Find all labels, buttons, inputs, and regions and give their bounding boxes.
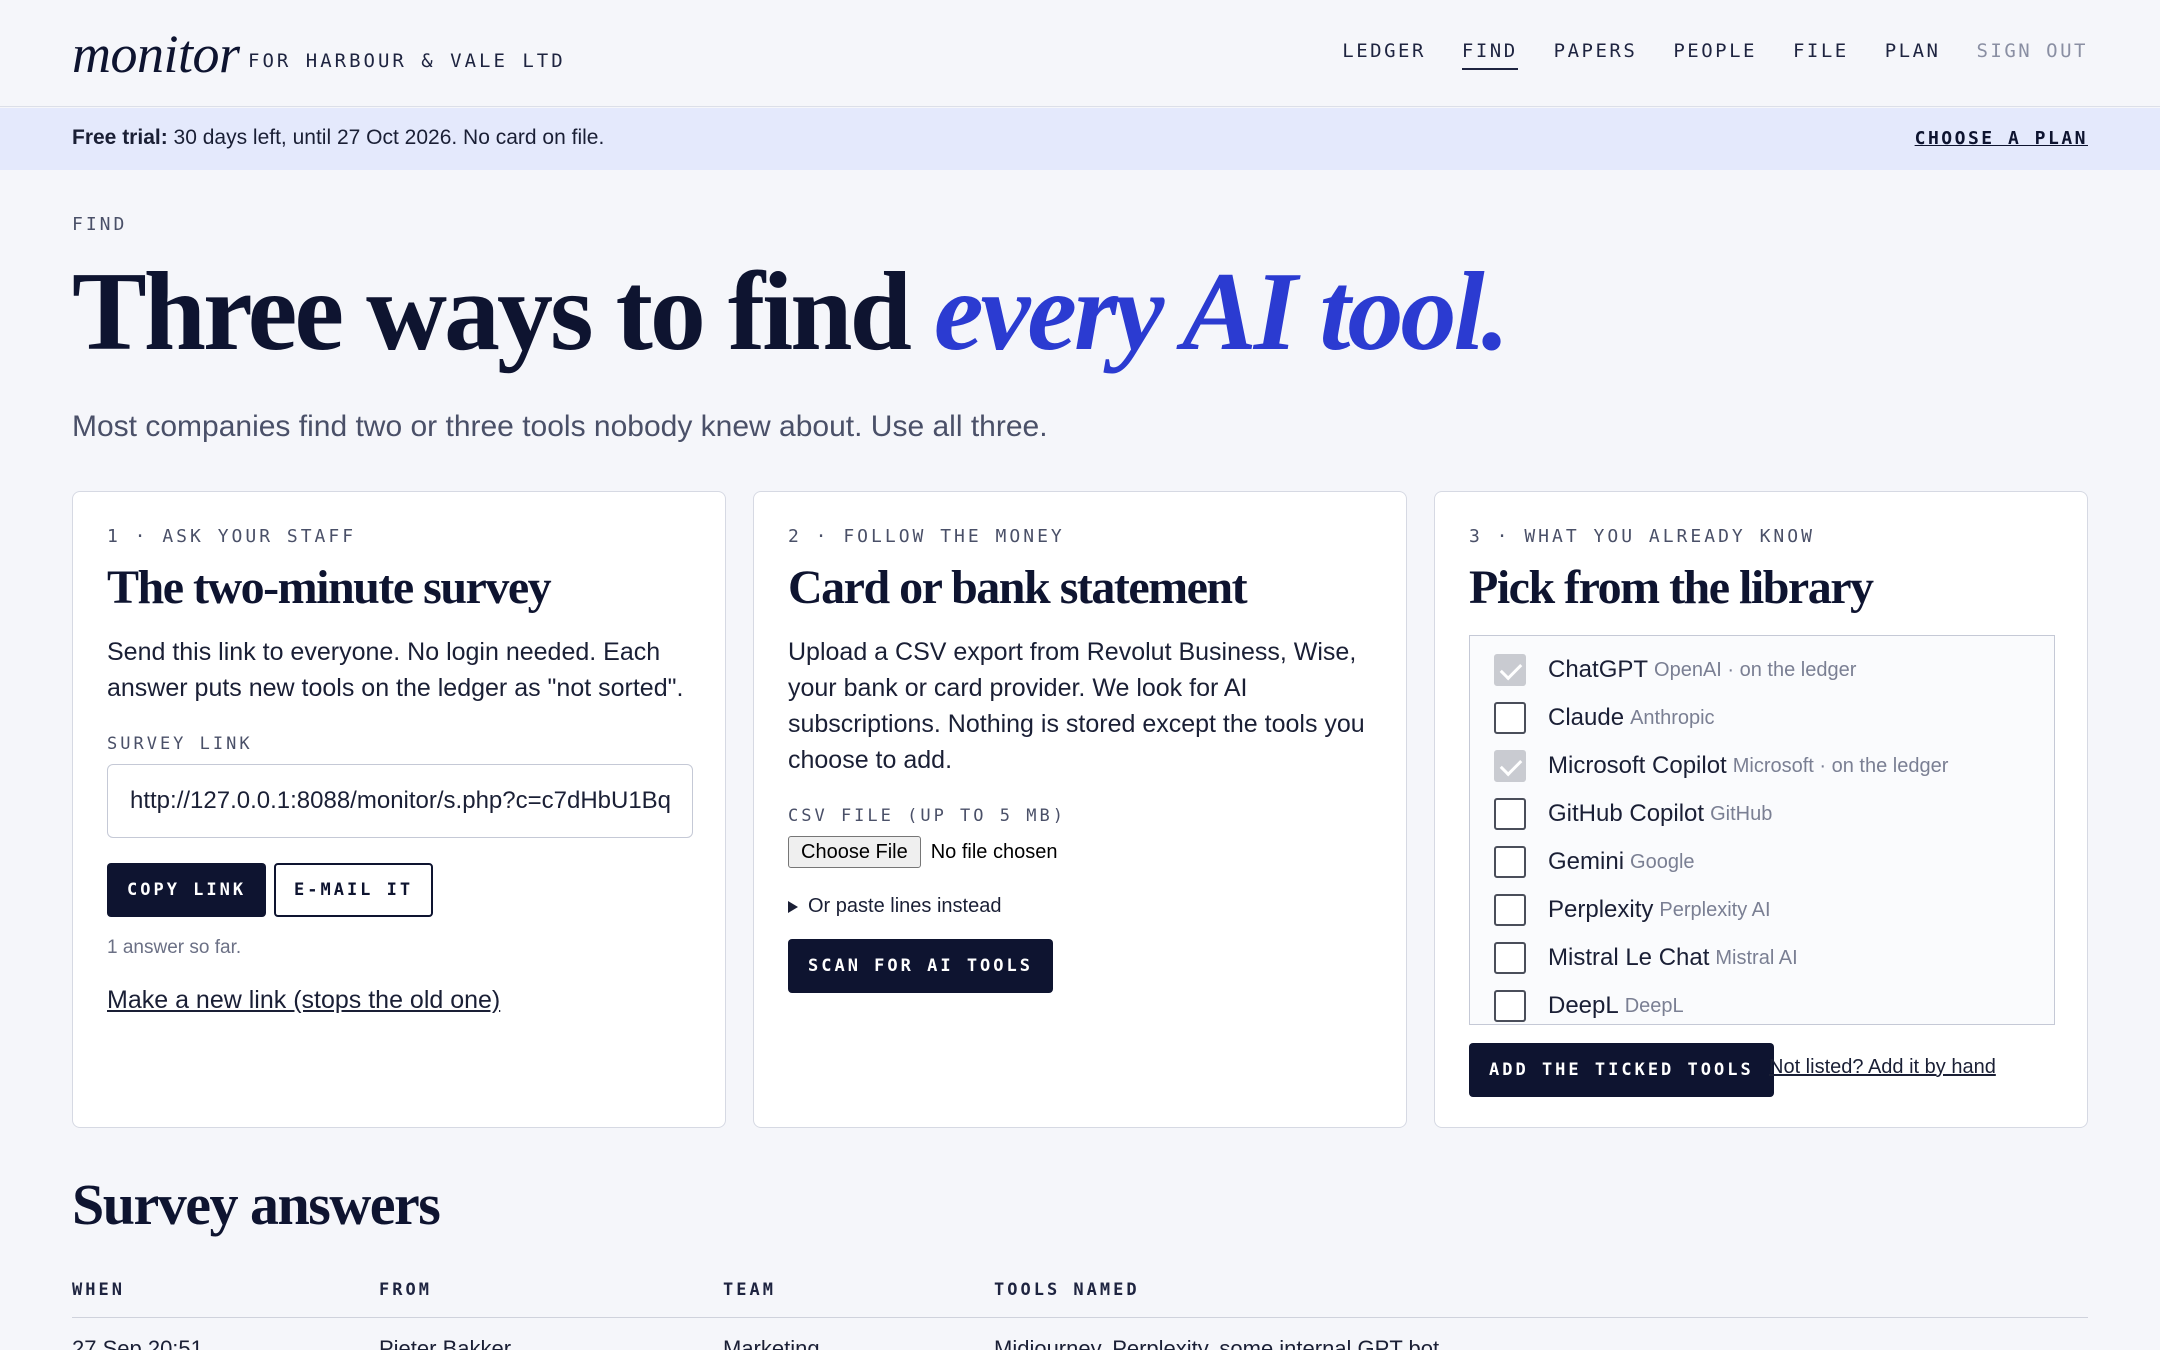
email-link-button[interactable]: E-MAIL IT — [274, 863, 434, 917]
logo[interactable]: monitor — [72, 22, 240, 86]
nav-file[interactable]: FILE — [1793, 40, 1849, 70]
nav-people[interactable]: PEOPLE — [1673, 40, 1757, 70]
tool-name: GitHub Copilot — [1548, 800, 1705, 827]
trial-message: Free trial: 30 days left, until 27 Oct 2… — [72, 126, 604, 150]
tool-name: Claude — [1548, 704, 1625, 731]
page-lede: Most companies find two or three tools n… — [72, 410, 1048, 443]
library-list[interactable]: ChatGPT OpenAI · on the ledger Claude An… — [1469, 635, 2055, 1025]
cell-tools: Midjourney, Perplexity, some internal GP… — [994, 1336, 1440, 1350]
tool-name: DeepL — [1548, 992, 1619, 1019]
paste-lines-toggle[interactable]: Or paste lines instead — [788, 895, 1001, 918]
answer-count: 1 answer so far. — [107, 937, 242, 958]
new-link-link[interactable]: Make a new link (stops the old one) — [107, 986, 500, 1015]
tool-name: ChatGPT — [1548, 656, 1649, 683]
column-header-tools: TOOLS NAMED — [994, 1280, 1140, 1300]
tool-name: Perplexity — [1548, 896, 1654, 923]
csv-file-label: CSV FILE (UP TO 5 MB) — [788, 806, 1066, 826]
library-item[interactable]: Microsoft Copilot Microsoft · on the led… — [1494, 748, 1948, 784]
cell-when: 27 Sep 20:51 — [72, 1336, 203, 1350]
choose-file-button[interactable]: Choose File — [788, 836, 921, 868]
page-title-plain: Three ways to find — [72, 250, 934, 374]
checkbox[interactable] — [1494, 990, 1526, 1022]
survey-title: The two-minute survey — [107, 561, 552, 614]
add-by-hand-link[interactable]: Not listed? Add it by hand — [1769, 1056, 1996, 1079]
survey-link-input[interactable] — [107, 764, 693, 838]
tool-vendor: OpenAI · on the ledger — [1654, 658, 1857, 681]
checkbox[interactable] — [1494, 942, 1526, 974]
main-nav: LEDGER FIND PAPERS PEOPLE FILE PLAN SIGN… — [1342, 40, 2088, 70]
statement-title: Card or bank statement — [788, 561, 1248, 614]
statement-card: 2 · FOLLOW THE MONEY Card or bank statem… — [753, 491, 1407, 1128]
checkbox[interactable] — [1494, 798, 1526, 830]
library-card: 3 · WHAT YOU ALREADY KNOW Pick from the … — [1434, 491, 2088, 1128]
nav-ledger[interactable]: LEDGER — [1342, 40, 1426, 70]
checkbox[interactable] — [1494, 894, 1526, 926]
tool-vendor: GitHub — [1710, 802, 1773, 825]
nav-find[interactable]: FIND — [1461, 40, 1518, 70]
library-item[interactable]: GitHub Copilot GitHub — [1494, 796, 1772, 832]
paste-lines-label: Or paste lines instead — [808, 895, 1002, 917]
survey-link-label: SURVEY LINK — [107, 734, 253, 754]
cell-from: Pieter Bakker — [379, 1336, 512, 1350]
nav-sign-out[interactable]: SIGN OUT — [1976, 40, 2088, 70]
statement-description: Upload a CSV export from Revolut Busines… — [788, 638, 1365, 774]
table-divider — [72, 1317, 2088, 1318]
tool-name: Gemini — [1548, 848, 1625, 875]
checkbox[interactable] — [1494, 702, 1526, 734]
library-step: 3 · WHAT YOU ALREADY KNOW — [1469, 526, 1815, 547]
trial-label: Free trial: — [72, 126, 168, 149]
cell-team: Marketing — [723, 1336, 820, 1350]
checkbox[interactable] — [1494, 654, 1526, 686]
page-title-accent: every AI tool. — [933, 250, 1510, 374]
nav-papers[interactable]: PAPERS — [1554, 40, 1638, 70]
tool-vendor: Anthropic — [1630, 706, 1715, 729]
statement-step: 2 · FOLLOW THE MONEY — [788, 526, 1065, 547]
column-header-when: WHEN — [72, 1280, 125, 1300]
checkbox[interactable] — [1494, 846, 1526, 878]
nav-plan[interactable]: PLAN — [1885, 40, 1941, 70]
trial-details: 30 days left, until 27 Oct 2026. No card… — [167, 126, 605, 149]
column-header-from: FROM — [379, 1280, 432, 1300]
organization-name: FOR HARBOUR & VALE LTD — [248, 50, 566, 72]
tool-name: Mistral Le Chat — [1548, 944, 1710, 971]
page-title: Three ways to find every AI tool. — [72, 248, 1510, 376]
library-item[interactable]: Gemini Google — [1494, 844, 1695, 880]
tool-vendor: Mistral AI — [1715, 946, 1798, 969]
scan-button[interactable]: SCAN FOR AI TOOLS — [788, 939, 1053, 993]
survey-description: Send this link to everyone. No login nee… — [107, 638, 684, 702]
library-item[interactable]: Perplexity Perplexity AI — [1494, 892, 1771, 928]
disclosure-triangle-icon — [788, 900, 798, 913]
library-item[interactable]: Claude Anthropic — [1494, 700, 1715, 736]
tool-vendor: Perplexity AI — [1659, 898, 1771, 921]
trial-banner: Free trial: 30 days left, until 27 Oct 2… — [0, 108, 2160, 170]
survey-answers-title: Survey answers — [72, 1172, 441, 1237]
page-eyebrow: FIND — [72, 214, 128, 235]
tool-name: Microsoft Copilot — [1548, 752, 1727, 779]
survey-step: 1 · ASK YOUR STAFF — [107, 526, 357, 547]
copy-link-button[interactable]: COPY LINK — [107, 863, 267, 917]
column-header-team: TEAM — [723, 1280, 776, 1300]
library-item[interactable]: ChatGPT OpenAI · on the ledger — [1494, 652, 1856, 688]
library-item[interactable]: Mistral Le Chat Mistral AI — [1494, 940, 1798, 976]
choose-plan-link[interactable]: CHOOSE A PLAN — [1915, 128, 2088, 149]
csv-file-input[interactable]: Choose File No file chosen — [788, 836, 1057, 868]
add-ticked-tools-button[interactable]: ADD THE TICKED TOOLS — [1469, 1043, 1774, 1097]
library-title: Pick from the library — [1469, 561, 1874, 614]
library-item[interactable]: DeepL DeepL — [1494, 988, 1684, 1024]
tool-vendor: DeepL — [1624, 994, 1684, 1017]
file-status: No file chosen — [930, 840, 1058, 863]
tool-vendor: Google — [1630, 850, 1695, 873]
top-bar: monitor FOR HARBOUR & VALE LTD LEDGER FI… — [0, 0, 2160, 107]
survey-card: 1 · ASK YOUR STAFF The two-minute survey… — [72, 491, 726, 1128]
tool-vendor: Microsoft · on the ledger — [1732, 754, 1949, 777]
checkbox[interactable] — [1494, 750, 1526, 782]
